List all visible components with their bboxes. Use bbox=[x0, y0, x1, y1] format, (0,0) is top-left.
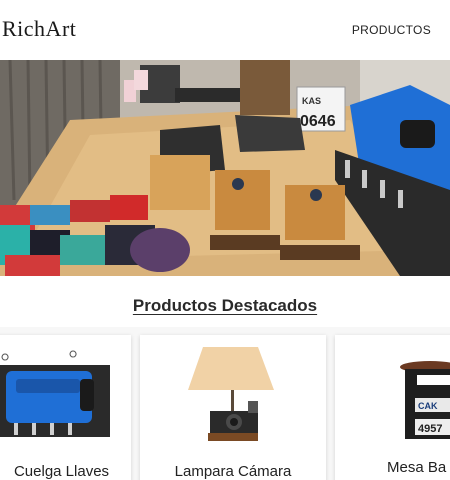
svg-text:KAS: KAS bbox=[302, 96, 321, 106]
product-card-cuelga-llaves[interactable]: Cuelga Llaves bbox=[0, 335, 131, 480]
key-holder-image bbox=[0, 335, 131, 445]
product-card-mesa[interactable]: CAK 4957 Mesa Ba bbox=[335, 335, 450, 480]
product-card-lampara-camara[interactable]: Lampara Cámara bbox=[140, 335, 326, 480]
hero-image: KAS 0646 bbox=[0, 60, 450, 276]
svg-text:4957: 4957 bbox=[418, 423, 442, 435]
svg-text:CAK: CAK bbox=[418, 401, 438, 411]
nav-productos-link[interactable]: PRODUCTOS bbox=[352, 23, 431, 37]
product-name: Cuelga Llaves bbox=[13, 463, 110, 480]
camera-lamp-image bbox=[140, 335, 326, 450]
product-name: Mesa Ba bbox=[387, 459, 447, 476]
side-table-image: CAK 4957 bbox=[335, 335, 450, 445]
svg-text:0646: 0646 bbox=[300, 113, 336, 130]
product-name: Lampara Cámara bbox=[174, 463, 292, 480]
featured-products-title[interactable]: Productos Destacados bbox=[0, 296, 450, 316]
hero-workshop-illustration: KAS 0646 bbox=[0, 60, 450, 276]
site-header: RichArt PRODUCTOS bbox=[0, 0, 450, 60]
site-logo[interactable]: RichArt bbox=[2, 16, 76, 42]
